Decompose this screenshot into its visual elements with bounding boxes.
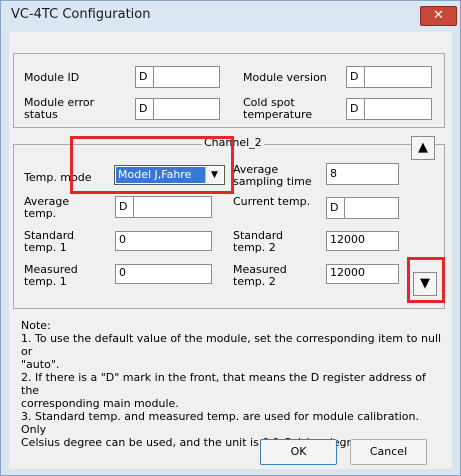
module-id-label: Module ID [24, 71, 80, 84]
temp-mode-selected-value: Model J,Fahre [116, 167, 205, 183]
avg-temp-label-line2: temp. [24, 207, 57, 220]
chevron-down-icon[interactable]: ▼ [205, 167, 223, 183]
dialog-body: Module ID D Module version D Module erro… [9, 32, 452, 469]
current-temp-field[interactable] [344, 197, 399, 219]
channel-title: Channel_2 [202, 136, 264, 149]
std-temp2-field[interactable]: 12000 [326, 231, 399, 251]
module-error-field[interactable] [153, 98, 220, 120]
current-temp-label: Current temp. [233, 195, 311, 208]
cold-spot-field[interactable] [364, 98, 432, 120]
cancel-button[interactable]: Cancel [350, 439, 427, 465]
std-temp1-field[interactable]: 0 [115, 231, 212, 251]
temp-mode-select[interactable]: Model J,Fahre ▼ [114, 165, 225, 185]
avg-sampling-label-line2: sampling time [233, 175, 312, 188]
temp-mode-label: Temp. mode [24, 171, 92, 184]
meas-temp1-field[interactable]: 0 [115, 264, 212, 284]
meas-temp2-label-line2: temp. 2 [233, 275, 276, 288]
config-window: VC-4TC Configuration ✕ Module ID D Modul… [0, 0, 461, 476]
channel-up-button[interactable]: ▲ [411, 136, 435, 160]
channel-down-button[interactable]: ▼ [413, 272, 437, 296]
module-id-field[interactable] [153, 66, 220, 88]
meas-temp1-label-line2: temp. 1 [24, 275, 67, 288]
cold-spot-label-line2: temperature [243, 108, 313, 121]
module-version-field[interactable] [364, 66, 432, 88]
note-line-1a: 1. To use the default value of the modul… [21, 332, 442, 358]
module-version-label: Module version [243, 71, 327, 84]
module-error-label-line2: status [24, 108, 58, 121]
note-line-2a: 2. If there is a "D" mark in the front, … [21, 371, 426, 397]
arrow-up-icon: ▲ [418, 140, 428, 155]
note-section: Note: 1. To use the default value of the… [21, 319, 446, 449]
avg-sampling-field[interactable]: 8 [326, 163, 399, 185]
avg-temp-prefix: D [115, 196, 133, 218]
module-error-prefix: D [135, 98, 153, 120]
current-temp-prefix: D [326, 197, 344, 219]
note-line-1b: "auto". [21, 358, 60, 371]
title-bar[interactable]: VC-4TC Configuration ✕ [1, 1, 460, 31]
note-heading: Note: [21, 319, 51, 332]
arrow-down-icon: ▼ [420, 276, 430, 291]
close-button[interactable]: ✕ [420, 6, 457, 26]
close-icon: ✕ [433, 8, 444, 23]
module-id-prefix: D [135, 66, 153, 88]
meas-temp2-field[interactable]: 12000 [326, 264, 399, 284]
note-line-3a: 3. Standard temp. and measured temp. are… [21, 410, 420, 436]
std-temp2-label-line2: temp. 2 [233, 241, 276, 254]
avg-temp-field[interactable] [133, 196, 212, 218]
window-title: VC-4TC Configuration [11, 7, 151, 22]
module-version-prefix: D [346, 66, 364, 88]
ok-button[interactable]: OK [260, 439, 337, 465]
note-line-2b: corresponding main module. [21, 397, 179, 410]
cold-spot-prefix: D [346, 98, 364, 120]
std-temp1-label-line2: temp. 1 [24, 241, 67, 254]
